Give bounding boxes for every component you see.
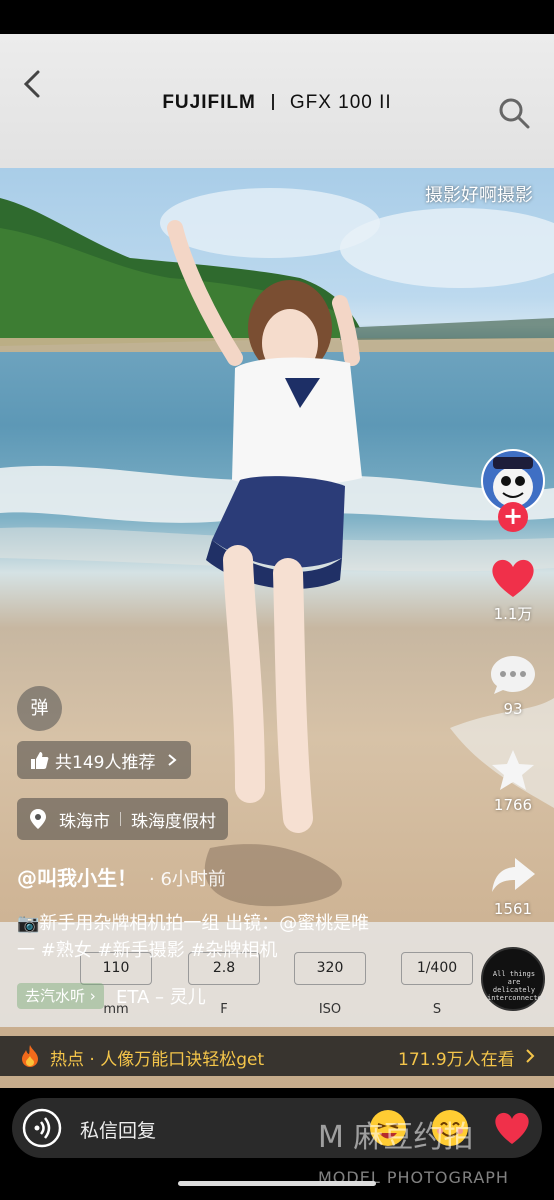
star-icon bbox=[492, 750, 534, 790]
recommend-pill[interactable]: 共149人推荐 bbox=[17, 741, 192, 779]
comment-icon bbox=[491, 656, 535, 694]
brand-name: FUJIFILM bbox=[162, 92, 256, 113]
camera-model: GFX 100 II bbox=[289, 92, 392, 113]
hot-topic-bar[interactable]: 热点 · 人像万能口诀轻松get 171.9万人在看 bbox=[0, 1036, 554, 1076]
location-divider bbox=[120, 812, 121, 826]
caption-line-1: 📷新手用杂牌相机拍一组 出镜：@蜜桃是唯 bbox=[17, 913, 370, 934]
heart-emoji-icon[interactable] bbox=[492, 1108, 532, 1148]
flame-icon bbox=[22, 1045, 38, 1067]
status-bar bbox=[0, 0, 554, 34]
open-in-music-app-button[interactable]: 去汽水听 › bbox=[17, 983, 104, 1009]
brand-divider bbox=[271, 94, 274, 110]
exif-shutter-label: S bbox=[432, 1002, 442, 1017]
share-arrow-icon bbox=[492, 858, 535, 892]
favorite-count: 1766 bbox=[493, 796, 533, 814]
favorite-button[interactable]: 1766 bbox=[478, 748, 548, 814]
music-disc-text: All things are delicately interconnected bbox=[487, 970, 547, 1002]
search-icon bbox=[499, 98, 530, 129]
like-count: 1.1万 bbox=[493, 605, 533, 623]
music-disc[interactable]: All things are delicately interconnected bbox=[481, 947, 547, 1011]
voice-wave-icon[interactable] bbox=[22, 1108, 62, 1148]
music-title[interactable]: ETA – 灵儿 bbox=[116, 983, 206, 1009]
share-button[interactable]: 1561 bbox=[478, 852, 548, 918]
reply-input-placeholder[interactable]: 私信回复 bbox=[80, 1116, 156, 1143]
location-place: 珠海度假村 bbox=[131, 811, 216, 832]
overlay-watermark: 摄影好啊摄影 bbox=[425, 185, 533, 206]
plus-icon: + bbox=[502, 502, 524, 530]
hot-topic-text: 热点 · 人像万能口诀轻松get bbox=[50, 1050, 265, 1070]
danmaku-toggle[interactable]: 弹 bbox=[17, 686, 62, 731]
location-city: 珠海市 bbox=[59, 811, 110, 832]
thumbs-up-icon bbox=[31, 752, 49, 769]
search-button[interactable] bbox=[497, 96, 531, 130]
comment-count: 93 bbox=[503, 700, 523, 718]
hot-viewers-count: 171.9万人在看 bbox=[398, 1050, 515, 1070]
exif-iso-label: ISO bbox=[318, 1002, 342, 1017]
caption-line-2: 一 #熟女 #新手摄影 #杂牌相机 bbox=[17, 940, 278, 961]
author-line[interactable]: @叫我小生！ · 6小时前 bbox=[17, 862, 226, 891]
home-indicator[interactable] bbox=[178, 1181, 376, 1186]
comment-button[interactable]: 93 bbox=[478, 652, 548, 718]
author-name[interactable]: @叫我小生！ bbox=[17, 866, 137, 890]
location-pin-icon bbox=[30, 809, 46, 829]
brand-watermark: M 麻豆约拍 bbox=[318, 1120, 474, 1155]
location-pill[interactable]: 珠海市 珠海度假村 bbox=[17, 798, 228, 840]
post-time: · 6小时前 bbox=[149, 869, 226, 890]
like-button[interactable]: 1.1万 bbox=[478, 555, 548, 624]
heart-icon bbox=[492, 559, 534, 597]
video-caption[interactable]: 📷新手用杂牌相机拍一组 出镜：@蜜桃是唯 一 #熟女 #新手摄影 #杂牌相机 bbox=[17, 910, 457, 964]
chevron-right-icon bbox=[168, 754, 178, 766]
chevron-right-icon bbox=[526, 1049, 535, 1063]
follow-button[interactable]: + bbox=[498, 502, 528, 532]
share-count: 1561 bbox=[493, 900, 533, 918]
recommend-label: 共149人推荐 bbox=[55, 752, 156, 773]
camera-brand: FUJIFILM GFX 100 II bbox=[0, 92, 554, 114]
